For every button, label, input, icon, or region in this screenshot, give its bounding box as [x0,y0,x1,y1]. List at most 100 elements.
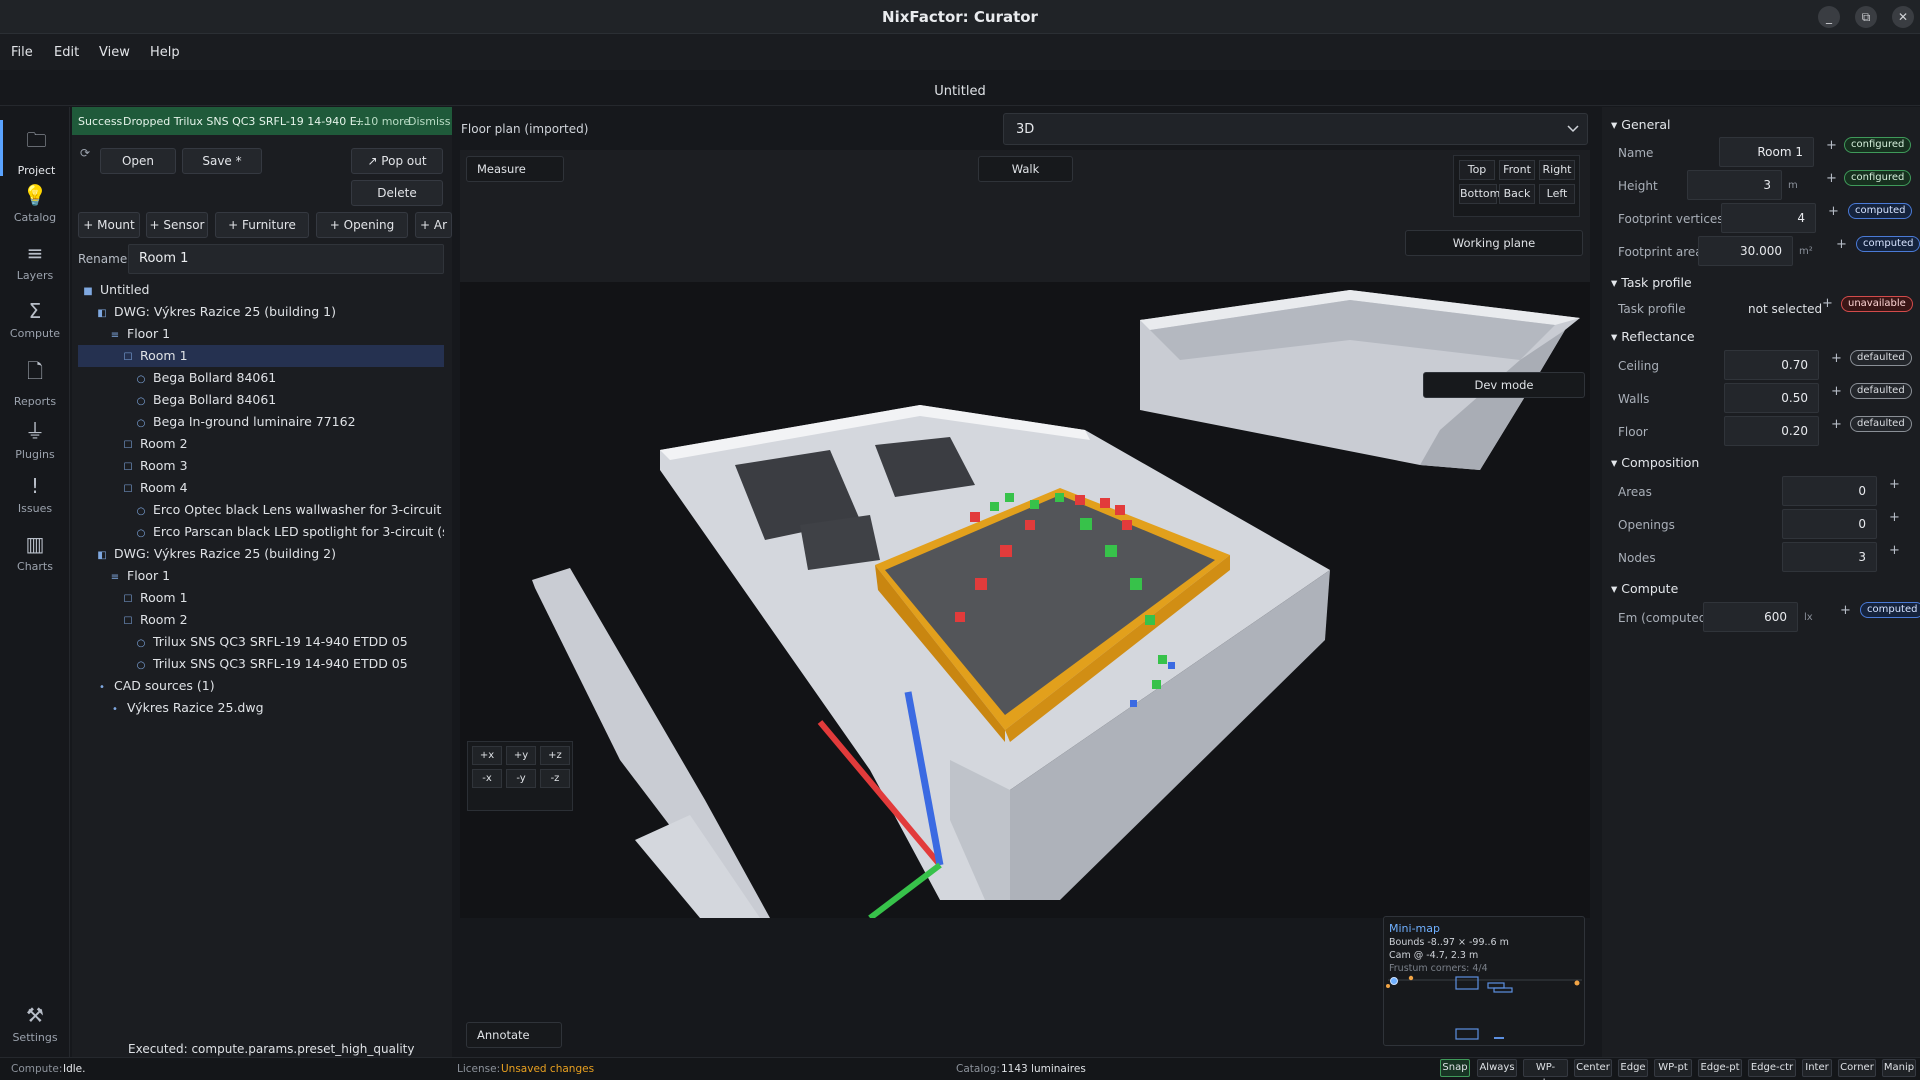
floor-reflectance-field[interactable]: 0.20 [1724,416,1819,446]
plus-icon[interactable]: + [1822,296,1833,311]
task-profile-value[interactable]: not selected [1748,302,1822,316]
tree-item[interactable]: ☐ Room 3 [78,455,444,477]
tree-item-selected[interactable]: ☐ Room 1 [78,345,444,367]
menu-edit[interactable]: Edit [54,45,79,60]
menu-help[interactable]: Help [150,45,180,60]
nav-plugins[interactable]: ⏚ Plugins [0,409,70,465]
nudge-minus-z-button[interactable]: -z [540,769,570,788]
tree-item[interactable]: ○ Erco Parscan black LED spotlight for 3-… [78,521,444,543]
tree-item[interactable]: ○ Trilux SNS QC3 SRFL-19 14-940 ETDD 05 [78,653,444,675]
walls-reflectance-field[interactable]: 0.50 [1724,383,1819,413]
nudge-plus-x-button[interactable]: +x [472,746,502,765]
rename-input[interactable]: Room 1 [128,244,444,274]
plus-icon[interactable]: + [1831,417,1842,432]
tree-item[interactable]: ■ Untitled [78,279,444,301]
section-task-profile[interactable]: ▾ Task profile [1611,275,1692,290]
add-area-button[interactable]: + Ar [415,212,452,238]
tree-item[interactable]: ☐ Room 4 [78,477,444,499]
tree-item[interactable]: ◧ DWG: Výkres Razice 25 (building 2) [78,543,444,565]
nudge-plus-y-button[interactable]: +y [506,746,536,765]
ceiling-reflectance-field[interactable]: 0.70 [1724,350,1819,380]
tree-item[interactable]: ◧ DWG: Výkres Razice 25 (building 1) [78,301,444,323]
dev-mode-button[interactable]: Dev mode [1423,372,1585,398]
snap-corner-toggle[interactable]: Corner [1838,1059,1876,1077]
minimize-button[interactable]: _ [1818,6,1840,28]
annotate-button[interactable]: Annotate [466,1022,562,1048]
toast-dismiss-button[interactable]: Dismiss [408,115,451,128]
view-back-button[interactable]: Back [1499,184,1535,204]
plus-icon[interactable]: + [1831,384,1842,399]
view-bottom-button[interactable]: Bottom [1459,184,1500,204]
nudge-minus-y-button[interactable]: -y [506,769,536,788]
nav-catalog[interactable]: 💡 Catalog [0,177,70,233]
add-mount-button[interactable]: + Mount [78,212,140,238]
section-reflectance[interactable]: ▾ Reflectance [1611,329,1695,344]
plus-icon[interactable]: + [1889,510,1900,525]
view-mode-select[interactable]: 3D [1003,113,1588,145]
nav-compute[interactable]: Σ Compute [0,293,70,349]
plus-icon[interactable]: + [1889,477,1900,492]
plus-icon[interactable]: + [1826,138,1837,153]
snap-manip-toggle[interactable]: Manip [1882,1059,1916,1077]
tree-item[interactable]: ≡ Floor 1 [78,565,444,587]
view-left-button[interactable]: Left [1539,184,1575,204]
minimap-panel[interactable]: Mini-map Bounds -8..97 × -99..6 m Cam @ … [1383,916,1585,1046]
tree-item[interactable]: ≡ Floor 1 [78,323,444,345]
save-button[interactable]: Save * [182,148,262,174]
refresh-icon[interactable]: ⟳ [80,146,90,160]
add-furniture-button[interactable]: + Furniture [215,212,309,238]
nav-charts[interactable]: ▥ Charts [0,526,70,582]
nudge-minus-x-button[interactable]: -x [472,769,502,788]
snap-toggle[interactable]: Snap [1440,1059,1470,1077]
nodes-field[interactable]: 3 [1782,542,1877,572]
snap-edge-ctr-toggle[interactable]: Edge-ctr [1748,1059,1796,1077]
plus-icon[interactable]: + [1828,204,1839,219]
view-front-button[interactable]: Front [1499,160,1535,180]
add-sensor-button[interactable]: + Sensor [146,212,208,238]
nav-layers[interactable]: ≡ Layers [0,235,70,291]
plus-icon[interactable]: + [1826,171,1837,186]
snap-center-toggle[interactable]: Center [1574,1059,1612,1077]
nav-settings[interactable]: ⚒ Settings [0,997,70,1053]
nudge-plus-z-button[interactable]: +z [540,746,570,765]
measure-button[interactable]: Measure [466,156,564,182]
tree-item[interactable]: • CAD sources (1) [78,675,444,697]
footprint-vertices-field[interactable]: 4 [1721,203,1816,233]
nav-reports[interactable]: 🗋 Reports [0,351,70,408]
plus-icon[interactable]: + [1840,603,1851,618]
pop-out-button[interactable]: ↗ Pop out [351,148,443,174]
nav-issues[interactable]: ! Issues [0,468,70,524]
tree-item[interactable]: ○ Trilux SNS QC3 SRFL-19 14-940 ETDD 05 [78,631,444,653]
plus-icon[interactable]: + [1889,543,1900,558]
view-top-button[interactable]: Top [1459,160,1495,180]
close-button[interactable]: ✕ [1892,6,1914,28]
tree-item[interactable]: ☐ Room 1 [78,587,444,609]
add-opening-button[interactable]: + Opening [316,212,408,238]
snap-edge-toggle[interactable]: Edge [1618,1059,1648,1077]
em-computed-field[interactable]: 600 [1703,602,1798,632]
openings-field[interactable]: 0 [1782,509,1877,539]
plus-icon[interactable]: + [1831,351,1842,366]
nav-project[interactable]: 🗀 Project [0,120,70,177]
tree-item[interactable]: ○ Bega In-ground luminaire 77162 [78,411,444,433]
walk-button[interactable]: Walk [978,156,1073,182]
plus-icon[interactable]: + [1836,237,1847,252]
snap-inter-toggle[interactable]: Inter [1802,1059,1832,1077]
working-plane-button[interactable]: Working plane [1405,230,1583,256]
tree-item[interactable]: ○ Erco Optec black Lens wallwasher for 3-… [78,499,444,521]
snap-always-toggle[interactable]: Always [1477,1059,1517,1077]
menu-view[interactable]: View [99,45,130,60]
name-field[interactable]: Room 1 [1719,137,1814,167]
delete-button[interactable]: Delete [351,180,443,206]
snap-wp-pt-toggle[interactable]: WP-pt [1654,1059,1692,1077]
snap-wp-edge-toggle[interactable]: WP-edge [1523,1059,1568,1080]
toast-more[interactable]: +10 more [355,115,410,128]
restore-button[interactable]: ⧉ [1855,6,1877,28]
areas-field[interactable]: 0 [1782,476,1877,506]
open-button[interactable]: Open [100,148,176,174]
tree-item[interactable]: • Výkres Razice 25.dwg [78,697,444,719]
section-composition[interactable]: ▾ Composition [1611,455,1699,470]
tree-item[interactable]: ○ Bega Bollard 84061 [78,389,444,411]
menu-file[interactable]: File [11,45,33,60]
section-compute[interactable]: ▾ Compute [1611,581,1678,596]
